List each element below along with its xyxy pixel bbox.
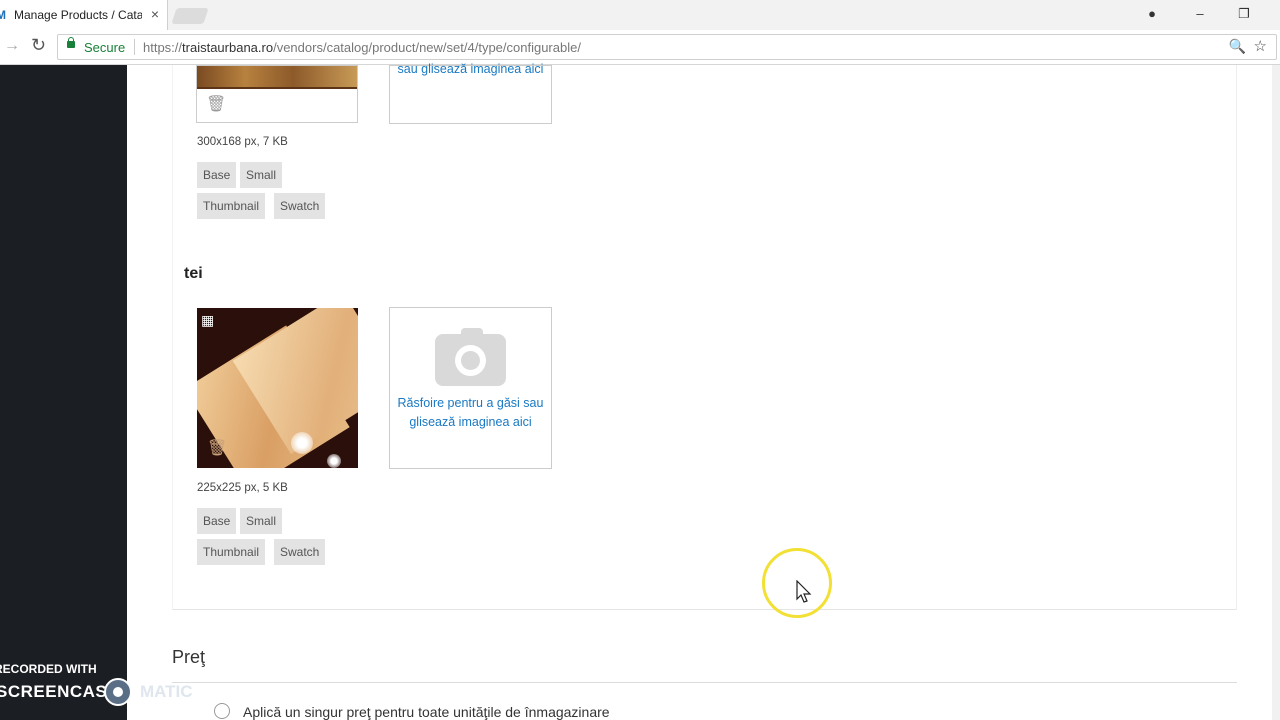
- tab-favicon-icon: M: [0, 8, 6, 22]
- role-base-1[interactable]: Base: [197, 162, 237, 188]
- forward-icon[interactable]: →: [4, 37, 20, 55]
- lock-icon: [67, 37, 75, 48]
- role-thumbnail-2[interactable]: Thumbnail: [197, 539, 266, 565]
- upload-text-1: sau glisează imaginea aici: [397, 62, 544, 76]
- browser-tab[interactable]: M Manage Products / Catalog ×: [0, 0, 168, 30]
- role-swatch-2[interactable]: Swatch: [274, 539, 326, 565]
- page-scrollbar[interactable]: [1272, 65, 1280, 720]
- camera-icon: [434, 328, 507, 388]
- variant-title: tei: [184, 265, 203, 282]
- role-small-1[interactable]: Small: [240, 162, 283, 188]
- image-2-meta: 225x225 px, 5 KB: [197, 482, 288, 494]
- single-price-radio[interactable]: [214, 703, 230, 719]
- trash-icon[interactable]: 🗑: [207, 438, 227, 458]
- drag-grid-icon[interactable]: ▦: [201, 312, 214, 329]
- glare-spot: [291, 432, 313, 454]
- browser-toolbar: → ↻ Secure https://traistaurbana.ro/vend…: [0, 30, 1280, 65]
- restore-icon[interactable]: ❐: [1229, 3, 1259, 25]
- secure-label: Secure: [84, 40, 126, 55]
- tab-title: Manage Products / Catalog: [14, 8, 142, 22]
- role-small-2[interactable]: Small: [240, 508, 283, 534]
- watermark-recorded-with: RECORDED WITH: [0, 662, 97, 676]
- screencast-logo-icon: [104, 678, 132, 706]
- price-heading: Preţ: [172, 647, 206, 667]
- image-upload-area-1[interactable]: sau glisează imaginea aici: [389, 62, 552, 124]
- url-text[interactable]: https://traistaurbana.ro/vendors/catalog…: [143, 40, 581, 55]
- reload-icon[interactable]: ↻: [31, 35, 46, 56]
- tab-strip: M Manage Products / Catalog × ● – ❐: [0, 0, 1280, 30]
- role-thumbnail-1[interactable]: Thumbnail: [197, 193, 266, 219]
- mouse-cursor-icon: [796, 580, 812, 603]
- image-1-thumbnail: [197, 66, 357, 89]
- glare-spot: [327, 454, 341, 468]
- tab-close-icon[interactable]: ×: [151, 6, 159, 22]
- zoom-icon[interactable]: 🔍: [1229, 38, 1246, 55]
- product-image-2[interactable]: ▦ 🗑: [197, 308, 358, 468]
- watermark-matic: MATIC: [140, 682, 193, 701]
- role-base-2[interactable]: Base: [197, 508, 237, 534]
- url-domain: traistaurbana.ro: [182, 40, 274, 55]
- image-upload-area-2[interactable]: Răsfoire pentru a găsi sau glisează imag…: [389, 307, 552, 469]
- role-swatch-1[interactable]: Swatch: [274, 193, 326, 219]
- star-icon[interactable]: ☆: [1254, 37, 1267, 55]
- price-divider: [172, 682, 1237, 683]
- watermark-screencast: SCREENCAST: [0, 682, 119, 701]
- minimize-icon[interactable]: –: [1185, 3, 1215, 25]
- product-image-1[interactable]: 🗑: [196, 65, 358, 123]
- single-price-label[interactable]: Aplică un singur preţ pentru toate unită…: [243, 704, 610, 720]
- admin-sidebar: [0, 65, 127, 720]
- new-tab-button[interactable]: [171, 8, 209, 24]
- upload-text-2: Răsfoire pentru a găsi sau glisează imag…: [397, 396, 544, 429]
- url-path: /vendors/catalog/product/new/set/4/type/…: [273, 40, 581, 55]
- address-bar[interactable]: Secure https://traistaurbana.ro/vendors/…: [57, 34, 1277, 60]
- trash-icon[interactable]: 🗑: [206, 94, 226, 114]
- image-1-meta: 300x168 px, 7 KB: [197, 136, 288, 148]
- address-separator: [134, 39, 135, 55]
- account-icon[interactable]: ●: [1137, 3, 1167, 25]
- url-scheme: https://: [143, 40, 183, 55]
